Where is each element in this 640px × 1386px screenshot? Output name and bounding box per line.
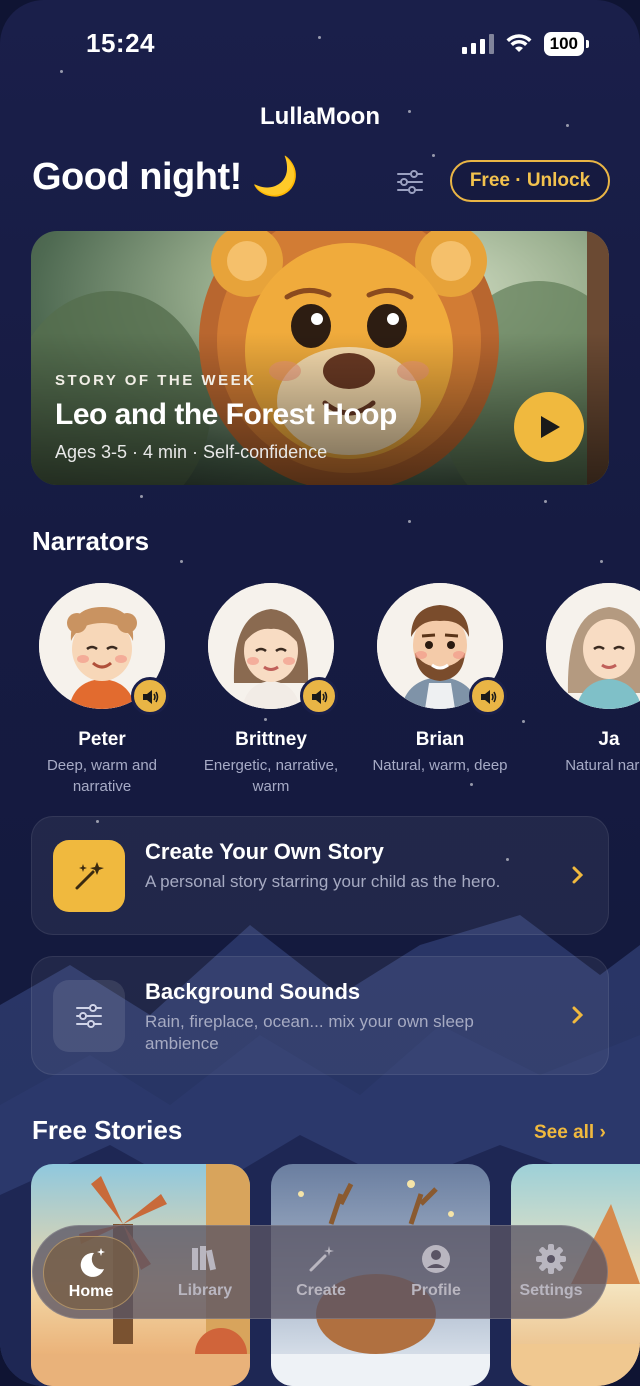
sliders-icon bbox=[397, 170, 423, 194]
narrator-name: Brian bbox=[415, 729, 465, 750]
app-screen: 15:24 100 LullaMoon Good night! 🌙 Free ·… bbox=[0, 0, 640, 1386]
app-title: LullaMoon bbox=[260, 103, 380, 130]
nav-home[interactable]: Home bbox=[43, 1236, 139, 1310]
gear-icon bbox=[536, 1244, 566, 1274]
narrator-peter[interactable]: Peter Deep, warm and narrative bbox=[17, 583, 187, 797]
nav-label: Create bbox=[296, 1282, 346, 1299]
greeting-heading: Good night! 🌙 bbox=[32, 156, 299, 198]
speaker-icon bbox=[481, 690, 497, 704]
narrator-description: Natural narra bbox=[565, 757, 640, 774]
background-sounds-icon-tile bbox=[53, 980, 125, 1052]
narrator-brittney[interactable]: Brittney Energetic, narrative, warm bbox=[186, 583, 356, 797]
story-of-the-week-card[interactable]: STORY OF THE WEEK Leo and the Forest Hoo… bbox=[31, 231, 609, 485]
hero-meta: Ages 3-5 · 4 min · Self-confidence bbox=[55, 442, 328, 462]
battery-indicator: 100 bbox=[543, 32, 590, 56]
see-all-link[interactable]: See all › bbox=[534, 1122, 606, 1144]
free-stories-heading: Free Stories bbox=[32, 1115, 183, 1145]
narrator-description: Energetic, narrative, warm bbox=[203, 757, 339, 795]
play-button[interactable] bbox=[514, 392, 584, 462]
avatar bbox=[208, 583, 338, 715]
card-title: Background Sounds bbox=[145, 979, 361, 1004]
avatar bbox=[377, 583, 507, 715]
play-icon bbox=[541, 416, 560, 438]
filter-button[interactable] bbox=[392, 166, 428, 198]
nav-profile[interactable]: Profile bbox=[388, 1236, 484, 1310]
speaker-button[interactable] bbox=[131, 677, 169, 715]
narrator-portrait bbox=[546, 583, 640, 709]
nav-label: Profile bbox=[411, 1282, 461, 1299]
speaker-button[interactable] bbox=[469, 677, 507, 715]
nav-label: Settings bbox=[519, 1282, 583, 1299]
hero-kicker: STORY OF THE WEEK bbox=[55, 372, 257, 389]
background-sounds-card[interactable]: Background Sounds Rain, fireplace, ocean… bbox=[31, 956, 609, 1075]
books-icon bbox=[192, 1246, 217, 1271]
moon-stars-icon bbox=[80, 1248, 105, 1277]
free-unlock-button[interactable]: Free · Unlock bbox=[450, 160, 610, 202]
narrator-description: Deep, warm and narrative bbox=[46, 757, 158, 795]
status-indicators: 100 bbox=[461, 32, 590, 56]
narrator-brian[interactable]: Brian Natural, warm, deep bbox=[355, 583, 525, 776]
hero-title: Leo and the Forest Hoop bbox=[55, 398, 397, 431]
narrator-name: Brittney bbox=[235, 729, 307, 750]
avatar bbox=[546, 583, 640, 709]
nav-label: Library bbox=[177, 1282, 233, 1299]
nav-create[interactable]: Create bbox=[273, 1236, 369, 1310]
narrator-partial[interactable]: Ja Natural narra bbox=[524, 583, 640, 776]
narrator-description: Natural, warm, deep bbox=[372, 757, 508, 774]
status-time: 15:24 bbox=[86, 28, 155, 58]
magic-wand-icon bbox=[309, 1246, 334, 1272]
bottom-navigation: Home Library Create Profile Settings bbox=[32, 1225, 608, 1319]
nav-label: Home bbox=[68, 1283, 114, 1300]
speaker-icon bbox=[143, 690, 159, 704]
card-title: Create Your Own Story bbox=[145, 839, 384, 864]
nav-library[interactable]: Library bbox=[157, 1236, 253, 1310]
speaker-icon bbox=[312, 690, 328, 704]
nav-settings[interactable]: Settings bbox=[503, 1236, 599, 1310]
narrator-name: Ja bbox=[598, 729, 620, 750]
sliders-icon bbox=[76, 1004, 102, 1028]
magic-wand-icon bbox=[75, 862, 104, 890]
avatar bbox=[39, 583, 169, 715]
profile-icon bbox=[422, 1245, 450, 1273]
chevron-right-icon bbox=[572, 1006, 584, 1024]
narrator-clip: Ja Natural narra bbox=[524, 583, 640, 813]
narrators-heading: Narrators bbox=[32, 526, 150, 556]
chevron-right-icon bbox=[572, 866, 584, 884]
card-subtitle: A personal story starring your child as … bbox=[145, 872, 501, 891]
card-subtitle: Rain, fireplace, ocean... mix your own s… bbox=[145, 1012, 474, 1053]
cellular-signal-icon bbox=[461, 34, 494, 54]
speaker-button[interactable] bbox=[300, 677, 338, 715]
create-story-card[interactable]: Create Your Own Story A personal story s… bbox=[31, 816, 609, 935]
create-story-icon-tile bbox=[53, 840, 125, 912]
wifi-icon bbox=[506, 34, 532, 52]
narrator-name: Peter bbox=[78, 729, 126, 750]
